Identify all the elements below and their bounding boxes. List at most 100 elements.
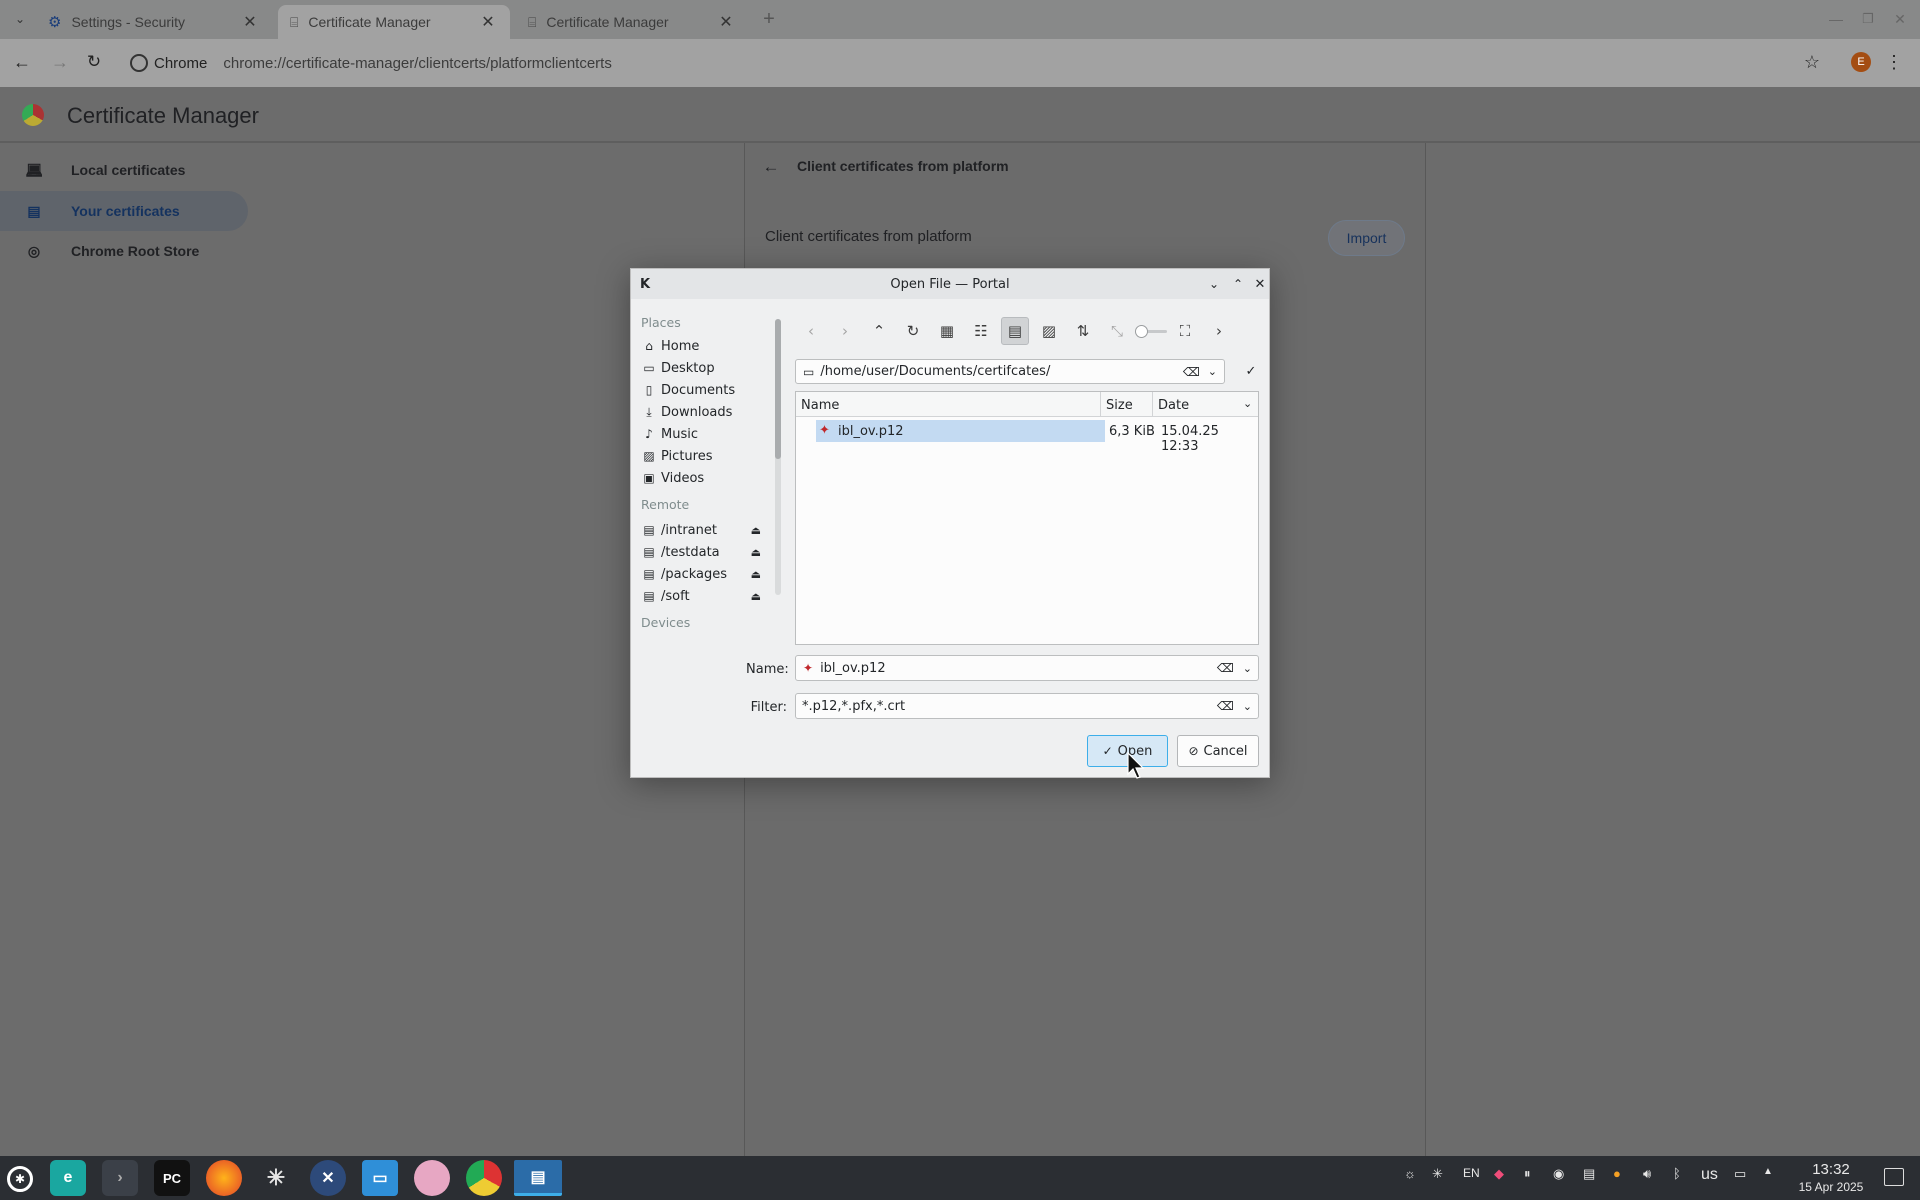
place-pictures[interactable]: ▨ Pictures	[641, 445, 741, 467]
chrome-app-icon[interactable]	[466, 1160, 502, 1196]
zoom-slider[interactable]	[1135, 325, 1167, 338]
forward-icon[interactable]: →	[48, 50, 72, 74]
tab-close-icon[interactable]: ✕	[716, 12, 736, 32]
cancel-button[interactable]: ⊘ Cancel	[1177, 735, 1259, 767]
eject-icon[interactable]: ⏏	[751, 524, 761, 537]
column-header-size[interactable]: Size	[1106, 398, 1133, 413]
place-documents[interactable]: ▯ Documents	[641, 379, 741, 401]
vpn-app-icon[interactable]: ✕	[310, 1160, 346, 1196]
eject-icon[interactable]: ⏏	[751, 568, 761, 581]
clock-time[interactable]: 13:32	[1806, 1161, 1856, 1178]
pycharm-app-icon[interactable]: PC	[154, 1160, 190, 1196]
filter-field[interactable]: *.p12,*.pfx,*.crt ⌫ ⌄	[795, 693, 1259, 719]
sort-icon[interactable]: ⇅	[1069, 317, 1097, 345]
name-dropdown-icon[interactable]: ⌄	[1243, 662, 1252, 675]
tab-search-chevron-icon[interactable]: ⌄	[12, 10, 28, 28]
back-icon[interactable]: ←	[10, 50, 34, 74]
tab-certificate-manager[interactable]: ⌸ Certificate Manager ✕	[516, 5, 748, 39]
back-arrow-icon[interactable]: ←	[760, 156, 782, 178]
bookmark-star-icon[interactable]: ☆	[1801, 51, 1823, 73]
nav-chrome-root-store[interactable]: ◎ Chrome Root Store	[0, 231, 250, 271]
slack-tray-icon[interactable]: ✳	[1432, 1166, 1443, 1182]
places-scrollbar[interactable]	[775, 319, 781, 595]
clipboard-icon[interactable]: ▤	[1583, 1166, 1595, 1182]
volume-icon[interactable]: 🔊︎	[1643, 1166, 1651, 1182]
path-input[interactable]: /home/user/Documents/certifcates/	[820, 364, 1182, 379]
eject-icon[interactable]: ⏏	[751, 546, 761, 559]
dialog-maximize-icon[interactable]: ⌃	[1229, 275, 1247, 293]
place-videos[interactable]: ▣ Videos	[641, 467, 741, 489]
firefox-app-icon[interactable]	[206, 1160, 242, 1196]
reload-icon[interactable]: ↻	[82, 50, 106, 74]
bluetooth-icon[interactable]: ᛒ	[1673, 1166, 1681, 1181]
keyboard-layout[interactable]: us	[1701, 1166, 1718, 1184]
omnibox-url[interactable]: chrome://certificate-manager/clientcerts…	[223, 55, 611, 72]
show-desktop-icon[interactable]	[1884, 1168, 1904, 1186]
network-icon[interactable]: ▭	[1734, 1166, 1746, 1182]
profile-avatar[interactable]: E	[1851, 52, 1871, 72]
detailed-view-icon[interactable]: ▤	[1001, 317, 1029, 345]
terminal-app-icon[interactable]: ›	[102, 1160, 138, 1196]
tab-close-icon[interactable]: ✕	[240, 12, 260, 32]
window-restore-icon[interactable]: ❐	[1858, 8, 1878, 30]
eclipse-app-icon[interactable]: e	[50, 1160, 86, 1196]
place-downloads[interactable]: ⤓ Downloads	[641, 401, 741, 423]
tray-app-icon[interactable]: ◆	[1494, 1166, 1504, 1182]
window-minimize-icon[interactable]: —	[1826, 8, 1846, 30]
remote-intranet[interactable]: ▤ /intranet ⏏	[641, 519, 761, 541]
history-dropdown-icon[interactable]: ⌄	[1208, 365, 1217, 378]
scrollbar-thumb[interactable]	[775, 319, 781, 459]
remote-packages[interactable]: ▤ /packages ⏏	[641, 563, 761, 585]
nav-local-certificates[interactable]: 💻︎ Local certificates	[0, 150, 250, 190]
input-language[interactable]: EN	[1463, 1166, 1480, 1180]
menu-kebab-icon[interactable]: ⋮	[1885, 51, 1903, 73]
omnibox[interactable]: Chrome chrome://certificate-manager/clie…	[120, 45, 1800, 81]
new-tab-icon[interactable]: +	[758, 8, 780, 30]
name-input[interactable]: ibl_ov.p12	[820, 661, 1217, 676]
icons-view-icon[interactable]: ▦	[933, 317, 961, 345]
name-field[interactable]: ✦ ibl_ov.p12 ⌫ ⌄	[795, 655, 1259, 681]
column-header-name[interactable]: Name	[801, 398, 839, 413]
confirm-path-icon[interactable]: ✓	[1243, 363, 1259, 379]
clear-icon[interactable]: ⌫	[1183, 365, 1200, 379]
column-header-date[interactable]: Date	[1158, 398, 1189, 413]
zoom-in-icon[interactable]: ⛶	[1171, 317, 1199, 345]
path-field[interactable]: ▭ /home/user/Documents/certifcates/ ⌫ ⌄	[795, 359, 1225, 384]
media-pause-icon[interactable]: ⏸	[1524, 1166, 1531, 1182]
place-home[interactable]: ⌂ Home	[641, 335, 741, 357]
notifications-icon[interactable]: ☼	[1404, 1166, 1416, 1181]
place-desktop[interactable]: ▭ Desktop	[641, 357, 741, 379]
accounts-icon[interactable]: ◉	[1553, 1166, 1564, 1182]
remote-soft[interactable]: ▤ /soft ⏏	[641, 585, 761, 607]
remote-testdata[interactable]: ▤ /testdata ⏏	[641, 541, 761, 563]
preview-icon[interactable]: ▨	[1035, 317, 1063, 345]
app-launcher-icon[interactable]: ✱	[7, 1166, 33, 1192]
eject-icon[interactable]: ⏏	[751, 590, 761, 603]
nav-back-icon[interactable]: ‹	[797, 317, 825, 345]
place-music[interactable]: ♪ Music	[641, 423, 741, 445]
zoom-out-icon[interactable]: ⤡	[1103, 317, 1131, 345]
clear-icon[interactable]: ⌫	[1217, 661, 1234, 675]
tray-expand-icon[interactable]: ▲	[1763, 1166, 1773, 1177]
file-manager-app-icon[interactable]: ▭	[362, 1160, 398, 1196]
tab-certificate-manager-active[interactable]: ⌸ Certificate Manager ✕	[278, 5, 510, 39]
dialog-task-icon[interactable]: ▤	[514, 1160, 562, 1196]
more-options-icon[interactable]: ›	[1205, 317, 1233, 345]
nav-up-icon[interactable]: ⌃	[865, 317, 893, 345]
nav-your-certificates[interactable]: ▤ Your certificates	[0, 191, 248, 231]
window-close-icon[interactable]: ✕	[1890, 8, 1910, 30]
updates-icon[interactable]: ●	[1613, 1166, 1621, 1181]
compact-view-icon[interactable]: ☷	[967, 317, 995, 345]
reload-icon[interactable]: ↻	[899, 317, 927, 345]
clear-icon[interactable]: ⌫	[1217, 699, 1234, 713]
import-button[interactable]: Import	[1328, 220, 1405, 256]
tab-settings-security[interactable]: ⚙ Settings - Security ✕	[36, 5, 272, 39]
nav-forward-icon[interactable]: ›	[831, 317, 859, 345]
tab-close-icon[interactable]: ✕	[478, 12, 498, 32]
filter-input[interactable]: *.p12,*.pfx,*.crt	[802, 699, 1217, 714]
filter-dropdown-icon[interactable]: ⌄	[1243, 700, 1252, 713]
chat-app-icon[interactable]	[414, 1160, 450, 1196]
clock-date[interactable]: 15 Apr 2025	[1790, 1180, 1872, 1194]
dialog-minimize-icon[interactable]: ⌄	[1205, 275, 1223, 293]
dialog-close-icon[interactable]: ✕	[1251, 275, 1269, 293]
